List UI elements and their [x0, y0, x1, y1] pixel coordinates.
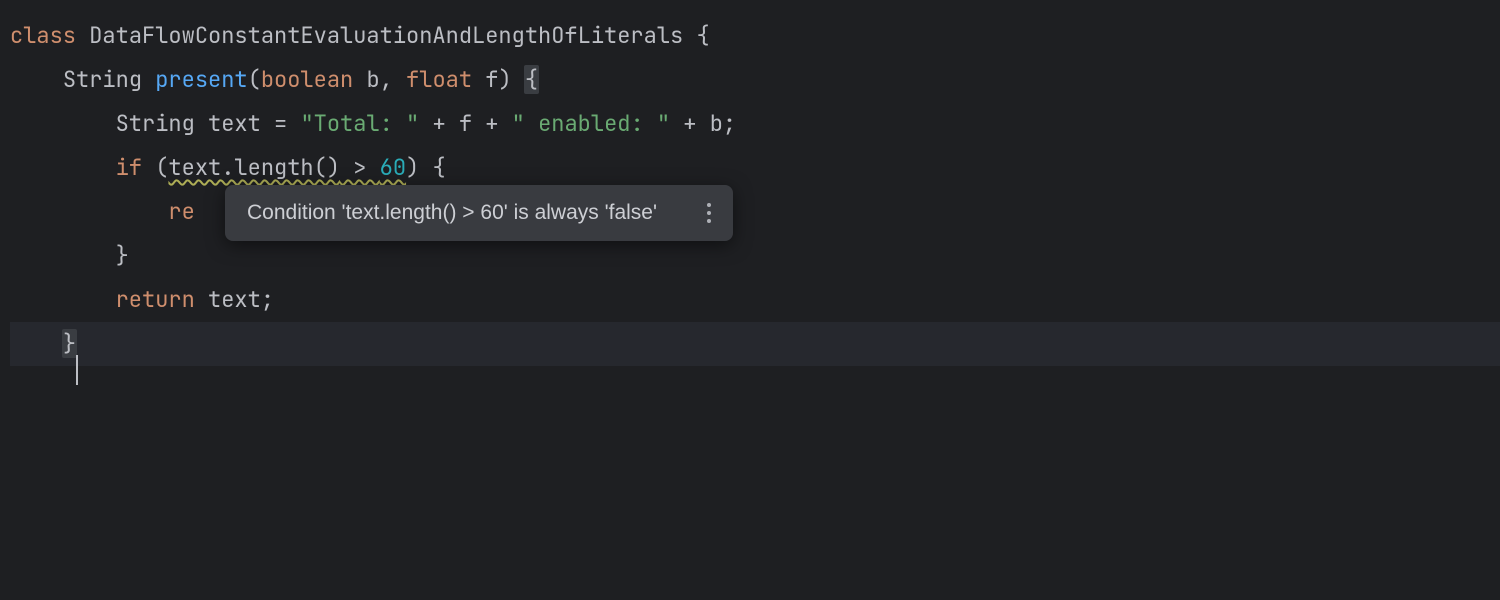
keyword-if: if: [116, 153, 142, 182]
brace-open: {: [524, 65, 539, 94]
paren-open: (: [248, 65, 261, 94]
code-line[interactable]: String present(boolean b, float f) {: [10, 58, 1500, 102]
tooltip-message: Condition 'text.length() > 60' is always…: [247, 199, 699, 227]
code-editor[interactable]: class DataFlowConstantEvaluationAndLengt…: [0, 0, 1500, 366]
assign: =: [274, 109, 287, 138]
var-type: String: [116, 109, 195, 138]
comma: ,: [380, 65, 393, 94]
brace-open: {: [696, 21, 709, 50]
plus: +: [485, 109, 498, 138]
return-type: String: [63, 65, 142, 94]
keyword-return: return: [116, 285, 195, 314]
condition-right: 60: [380, 153, 406, 182]
paren-close: ): [406, 153, 419, 182]
keyword-return-partial: re: [168, 197, 194, 226]
code-line[interactable]: return text;: [10, 278, 1500, 322]
method-name: present: [155, 65, 247, 94]
brace-close: }: [62, 329, 77, 358]
string-literal: "Total: ": [300, 109, 419, 138]
inspection-tooltip: Condition 'text.length() > 60' is always…: [225, 185, 733, 241]
string-literal: " enabled: ": [512, 109, 670, 138]
semicolon: ;: [723, 109, 736, 138]
code-line[interactable]: if (text.length() > 60) {: [10, 146, 1500, 190]
more-actions-icon[interactable]: [699, 199, 719, 227]
param-name: f: [485, 65, 498, 94]
param-name: b: [366, 65, 379, 94]
plus: +: [432, 109, 445, 138]
var-ref: f: [459, 109, 472, 138]
code-line-current[interactable]: }: [10, 322, 1500, 366]
var-ref: text: [208, 285, 261, 314]
var-name: text: [208, 109, 261, 138]
code-line[interactable]: class DataFlowConstantEvaluationAndLengt…: [10, 14, 1500, 58]
param-type: boolean: [261, 65, 353, 94]
condition-op: >: [340, 153, 380, 182]
plus: +: [683, 109, 696, 138]
paren-close: ): [498, 65, 511, 94]
code-line[interactable]: String text = "Total: " + f + " enabled:…: [10, 102, 1500, 146]
var-ref: b: [710, 109, 723, 138]
brace-close: }: [116, 241, 129, 270]
semicolon: ;: [261, 285, 274, 314]
brace-open: {: [432, 153, 445, 182]
paren-open: (: [155, 153, 168, 182]
class-name: DataFlowConstantEvaluationAndLengthOfLit…: [89, 21, 683, 50]
keyword-class: class: [10, 21, 76, 50]
condition-left: text.length(): [168, 153, 340, 182]
param-type: float: [406, 65, 472, 94]
